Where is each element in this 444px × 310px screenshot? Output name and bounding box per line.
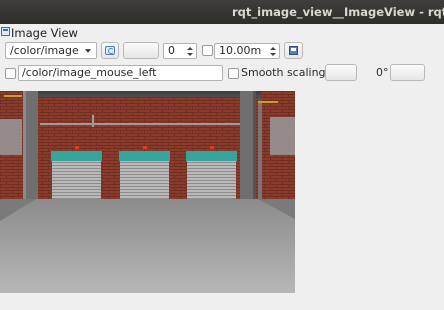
spin-input[interactable]: 0	[163, 43, 197, 59]
mouse-topic-input[interactable]: /color/image_mouse_left	[18, 65, 223, 81]
distance-up-icon[interactable]	[270, 47, 276, 50]
spin-down-icon[interactable]	[187, 53, 193, 56]
distance-down-icon[interactable]	[270, 53, 276, 56]
warehouse-image	[0, 91, 295, 293]
save-image-button[interactable]	[284, 42, 303, 59]
rotate-right-button[interactable]	[390, 64, 425, 81]
distance-input[interactable]: 10.00m	[214, 43, 280, 59]
spin-up-icon[interactable]	[187, 47, 193, 50]
zoom-button[interactable]	[123, 42, 159, 59]
topic-combobox[interactable]: /color/image	[5, 42, 97, 59]
image-viewport[interactable]	[0, 91, 295, 293]
distance-input-value: 10.00m	[219, 44, 262, 57]
mouse-publish-checkbox[interactable]	[5, 68, 16, 79]
rotate-left-button[interactable]	[325, 64, 357, 81]
spin-input-value: 0	[168, 44, 175, 57]
refresh-icon	[105, 46, 115, 55]
mouse-topic-value: /color/image_mouse_left	[22, 66, 157, 79]
save-icon	[289, 46, 298, 55]
smooth-scaling-label: Smooth scaling	[241, 66, 326, 79]
publish-click-checkbox[interactable]	[202, 45, 213, 56]
rotation-label: 0°	[376, 66, 389, 79]
refresh-topics-button[interactable]	[101, 42, 119, 59]
chevron-down-icon	[85, 49, 91, 53]
plugin-title: Image View	[11, 26, 78, 40]
window-title: rqt_image_view__ImageView - rqt	[232, 5, 444, 19]
image-view-icon	[1, 27, 10, 36]
window-titlebar: rqt_image_view__ImageView - rqt	[0, 0, 444, 24]
topic-combobox-value: /color/image	[10, 44, 79, 57]
smooth-scaling-checkbox[interactable]	[228, 68, 239, 79]
